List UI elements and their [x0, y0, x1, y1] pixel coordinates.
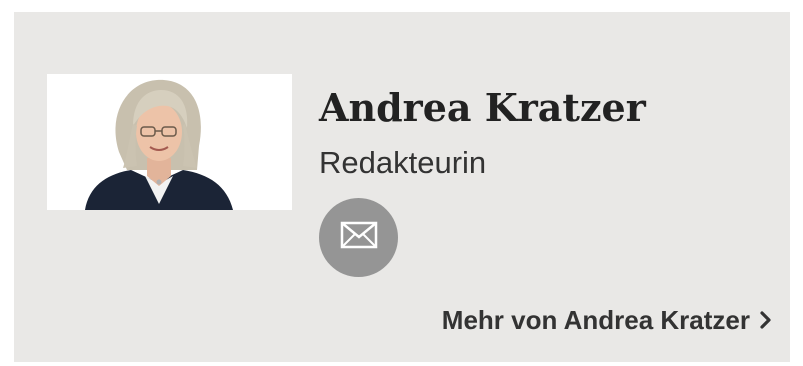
more-from-author-label: Mehr von Andrea Kratzer [441, 305, 750, 335]
more-from-author-link[interactable]: Mehr von Andrea Kratzer [442, 304, 772, 336]
author-name: Andrea Kratzer [319, 85, 646, 130]
author-role: Redakteurin [319, 145, 487, 180]
envelope-icon [340, 221, 378, 254]
chevron-right-icon [760, 304, 772, 336]
author-card: Andrea Kratzer Redakteurin Mehr von Andr… [14, 12, 790, 362]
author-photo [47, 74, 292, 210]
email-button[interactable] [319, 198, 398, 277]
